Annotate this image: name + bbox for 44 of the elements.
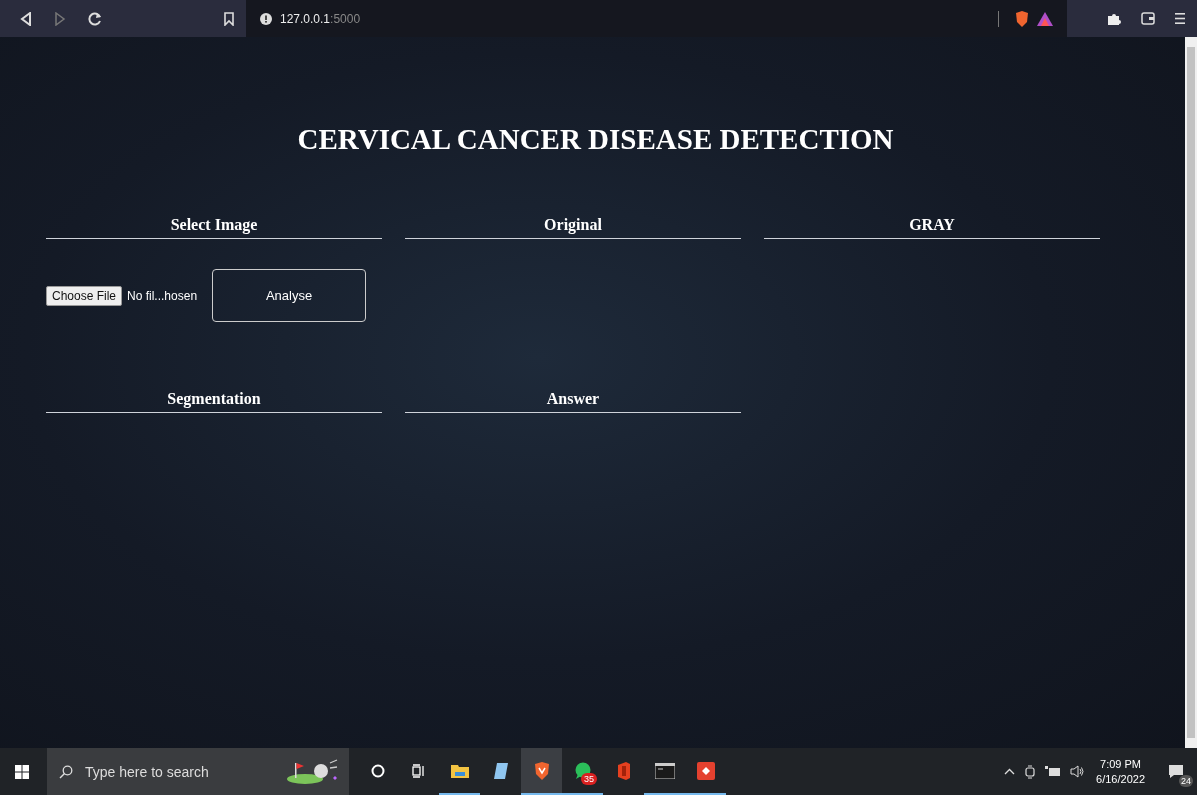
clock-date: 6/16/2022	[1096, 771, 1145, 787]
address-bar[interactable]: 127.0.0.1:5000	[246, 0, 1067, 37]
section-heading: Answer	[545, 390, 601, 409]
note-icon	[492, 761, 509, 780]
section-heading: Original	[543, 216, 603, 236]
reload-icon[interactable]	[88, 11, 102, 26]
app-icon	[696, 761, 715, 780]
network-icon[interactable]	[1045, 766, 1061, 777]
circle-icon	[370, 763, 385, 778]
folder-icon	[450, 763, 469, 778]
lion-shield-icon	[533, 761, 550, 780]
section-heading: Segmentation	[166, 390, 262, 410]
lion-shield-icon[interactable]	[1015, 10, 1029, 27]
clock[interactable]: 7:09 PM 6/16/2022	[1096, 756, 1145, 787]
terminal-icon	[654, 762, 675, 779]
choose-file-button[interactable]: Choose File	[46, 285, 123, 306]
url-text: 127.0.0.1:5000	[280, 11, 362, 26]
file-status-text: No fil...hosen	[127, 288, 198, 303]
analyse-button[interactable]: Analyse	[212, 269, 367, 322]
scrollbar[interactable]	[1185, 37, 1197, 748]
unread-count-badge: 35	[581, 773, 597, 785]
taskbar-app[interactable]: 35	[562, 748, 603, 795]
windows-logo-icon[interactable]	[15, 764, 29, 779]
speaker-icon[interactable]	[1070, 765, 1085, 778]
menu-icon[interactable]	[1175, 12, 1185, 25]
section-heading: Select Image	[169, 216, 259, 236]
back-icon[interactable]	[20, 11, 32, 26]
taskbar-app[interactable]	[521, 748, 562, 795]
task-view-icon	[411, 763, 426, 778]
notification-count: 24	[1179, 774, 1193, 787]
office-icon	[616, 761, 631, 780]
forward-icon[interactable]	[54, 11, 66, 26]
section-heading: GRAY	[908, 216, 956, 235]
search-icon	[59, 764, 73, 779]
search-input[interactable]: Type here to search	[83, 762, 273, 781]
clock-time: 7:09 PM	[1100, 756, 1141, 772]
page-title: CERVICAL CANCER DISEASE DETECTION	[296, 123, 895, 156]
puzzle-icon[interactable]	[1107, 11, 1121, 26]
warning-icon	[260, 12, 272, 25]
chevron-up-icon[interactable]	[1004, 768, 1016, 775]
triangle-icon[interactable]	[1037, 11, 1053, 26]
bookmark-icon[interactable]	[224, 11, 234, 26]
wallet-icon[interactable]	[1141, 12, 1155, 25]
notification-icon	[1168, 764, 1184, 779]
